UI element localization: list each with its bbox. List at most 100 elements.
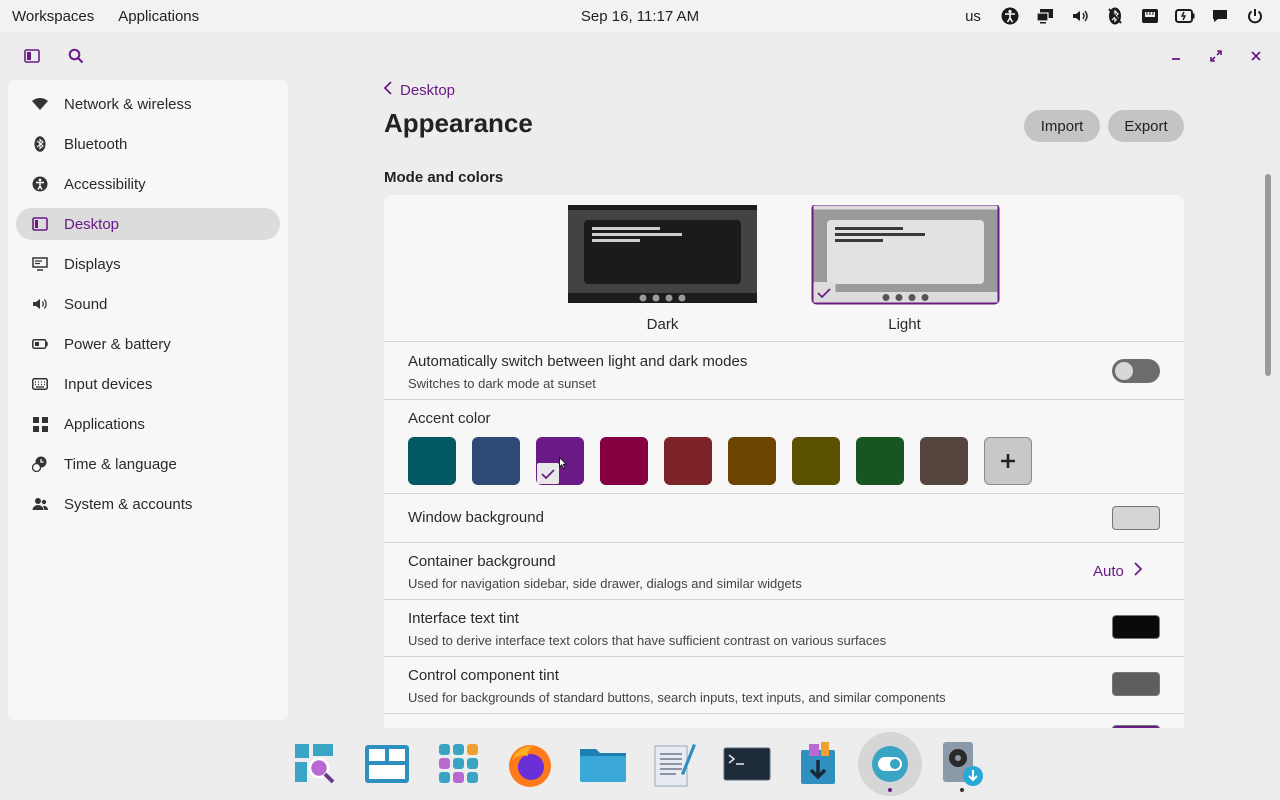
sidebar-item-input-devices[interactable]: Input devices: [16, 368, 280, 400]
control-component-tint-subtitle: Used for backgrounds of standard buttons…: [408, 690, 946, 705]
window-background-color-button[interactable]: [1112, 506, 1160, 530]
back-to-desktop-link[interactable]: Desktop: [383, 80, 456, 100]
accent-swatch-red[interactable]: [664, 437, 712, 485]
sidebar-item-displays[interactable]: Displays: [16, 248, 280, 280]
dock-app-store[interactable]: [786, 732, 850, 796]
auto-switch-toggle[interactable]: [1112, 359, 1160, 383]
maximize-icon[interactable]: [1202, 42, 1230, 70]
minimize-icon[interactable]: [1162, 42, 1190, 70]
notifications-icon[interactable]: [1202, 0, 1237, 32]
dock-launcher[interactable]: [283, 732, 347, 796]
import-button[interactable]: Import: [1024, 110, 1100, 142]
app-library-icon: [439, 744, 478, 783]
accent-swatch-teal[interactable]: [408, 437, 456, 485]
keyboard-layout-indicator[interactable]: us: [954, 8, 992, 25]
auto-switch-title: Automatically switch between light and d…: [408, 353, 748, 370]
dock-terminal[interactable]: [715, 732, 779, 796]
toggle-knob: [1115, 362, 1133, 380]
interface-text-tint-subtitle: Used to derive interface text colors tha…: [408, 633, 887, 648]
accent-swatch-olive[interactable]: [792, 437, 840, 485]
dock-settings[interactable]: [858, 732, 922, 796]
sidebar-item-desktop[interactable]: Desktop: [16, 208, 280, 240]
sidebar-item-label: Time & language: [64, 455, 177, 473]
mode-and-colors-card: Dark Light Automatically switch between …: [384, 195, 1184, 728]
dock: [0, 728, 1280, 800]
control-component-tint-color-button[interactable]: [1112, 672, 1160, 696]
sidebar-item-applications[interactable]: Applications: [16, 408, 280, 440]
sidebar-item-label: Desktop: [64, 215, 120, 233]
sidebar-item-label: System & accounts: [64, 495, 193, 513]
sidebar-item-power[interactable]: Power & battery: [16, 328, 280, 360]
interface-text-tint-title: Interface text tint: [408, 610, 519, 627]
close-icon[interactable]: [1242, 42, 1270, 70]
plus-icon: [1001, 454, 1015, 468]
sidebar-item-label: Sound: [64, 295, 108, 313]
light-mode-preview: [811, 203, 1000, 305]
volume-icon[interactable]: [1062, 0, 1097, 32]
files-icon: [580, 749, 626, 782]
apps-grid-icon: [32, 416, 48, 432]
light-mode-option[interactable]: [810, 203, 1000, 305]
sidebar-item-accessibility[interactable]: Accessibility: [16, 168, 280, 200]
sidebar-toggle-icon[interactable]: [18, 42, 46, 70]
sidebar-item-sound[interactable]: Sound: [16, 288, 280, 320]
dark-mode-option[interactable]: [568, 205, 757, 303]
sidebar-item-bluetooth[interactable]: Bluetooth: [16, 128, 280, 160]
sidebar-item-label: Accessibility: [64, 175, 146, 193]
window-background-title: Window background: [408, 509, 544, 526]
add-custom-accent-button[interactable]: [984, 437, 1032, 485]
divider: [384, 656, 1184, 657]
search-icon[interactable]: [62, 42, 90, 70]
accent-swatch-orange[interactable]: [728, 437, 776, 485]
chevron-left-icon: [383, 81, 392, 99]
accent-swatch-green[interactable]: [856, 437, 904, 485]
clock[interactable]: Sep 16, 11:17 AM: [581, 8, 699, 25]
export-button[interactable]: Export: [1108, 110, 1184, 142]
interface-text-tint-color-button[interactable]: [1112, 615, 1160, 639]
accent-swatch-blue[interactable]: [472, 437, 520, 485]
divider: [384, 399, 1184, 400]
users-icon: [32, 496, 48, 512]
accent-swatch-brown[interactable]: [920, 437, 968, 485]
accent-swatch-purple[interactable]: [536, 437, 584, 485]
accessibility-icon[interactable]: [992, 0, 1027, 32]
dock-installer[interactable]: [930, 732, 994, 796]
dock-app-library[interactable]: [427, 732, 491, 796]
bluetooth-icon: [32, 136, 48, 152]
window-header: [0, 32, 1280, 80]
sidebar-item-network[interactable]: Network & wireless: [16, 88, 280, 120]
accent-swatch-magenta[interactable]: [600, 437, 648, 485]
back-label: Desktop: [400, 81, 456, 99]
chevron-right-icon: [1134, 562, 1143, 580]
checkmark-icon: [537, 456, 568, 484]
keyboard-icon: [32, 376, 48, 392]
control-component-tint-title: Control component tint: [408, 667, 559, 684]
sidebar-item-system-accounts[interactable]: System & accounts: [16, 488, 280, 520]
active-app-indicator: [888, 788, 892, 792]
accessibility-icon: [32, 176, 48, 192]
main-content: Desktop Appearance Import Export Mode an…: [288, 80, 1280, 728]
battery-icon: [32, 336, 48, 352]
text-editor-icon: [654, 744, 696, 787]
dock-text-editor[interactable]: [643, 732, 707, 796]
applications-button[interactable]: Applications: [118, 8, 199, 25]
dock-workspaces[interactable]: [355, 732, 419, 796]
divider: [384, 493, 1184, 494]
divider: [384, 341, 1184, 342]
dark-mode-label: Dark: [646, 316, 679, 333]
network-icon[interactable]: [1132, 0, 1167, 32]
bluetooth-off-icon[interactable]: [1097, 0, 1132, 32]
battery-icon[interactable]: [1167, 0, 1202, 32]
scrollbar[interactable]: [1265, 174, 1271, 376]
power-icon[interactable]: [1237, 0, 1272, 32]
container-background-auto-button[interactable]: Auto: [1093, 562, 1143, 580]
divider: [384, 542, 1184, 543]
dock-firefox[interactable]: [498, 732, 562, 796]
launcher-search-icon: [295, 744, 335, 784]
workspaces-button[interactable]: Workspaces: [12, 8, 94, 25]
container-background-subtitle: Used for navigation sidebar, side drawer…: [408, 576, 802, 591]
sidebar-item-time-language[interactable]: Time & language: [16, 448, 280, 480]
dock-files[interactable]: [571, 732, 635, 796]
settings-icon: [872, 746, 908, 782]
display-icon[interactable]: [1027, 0, 1062, 32]
